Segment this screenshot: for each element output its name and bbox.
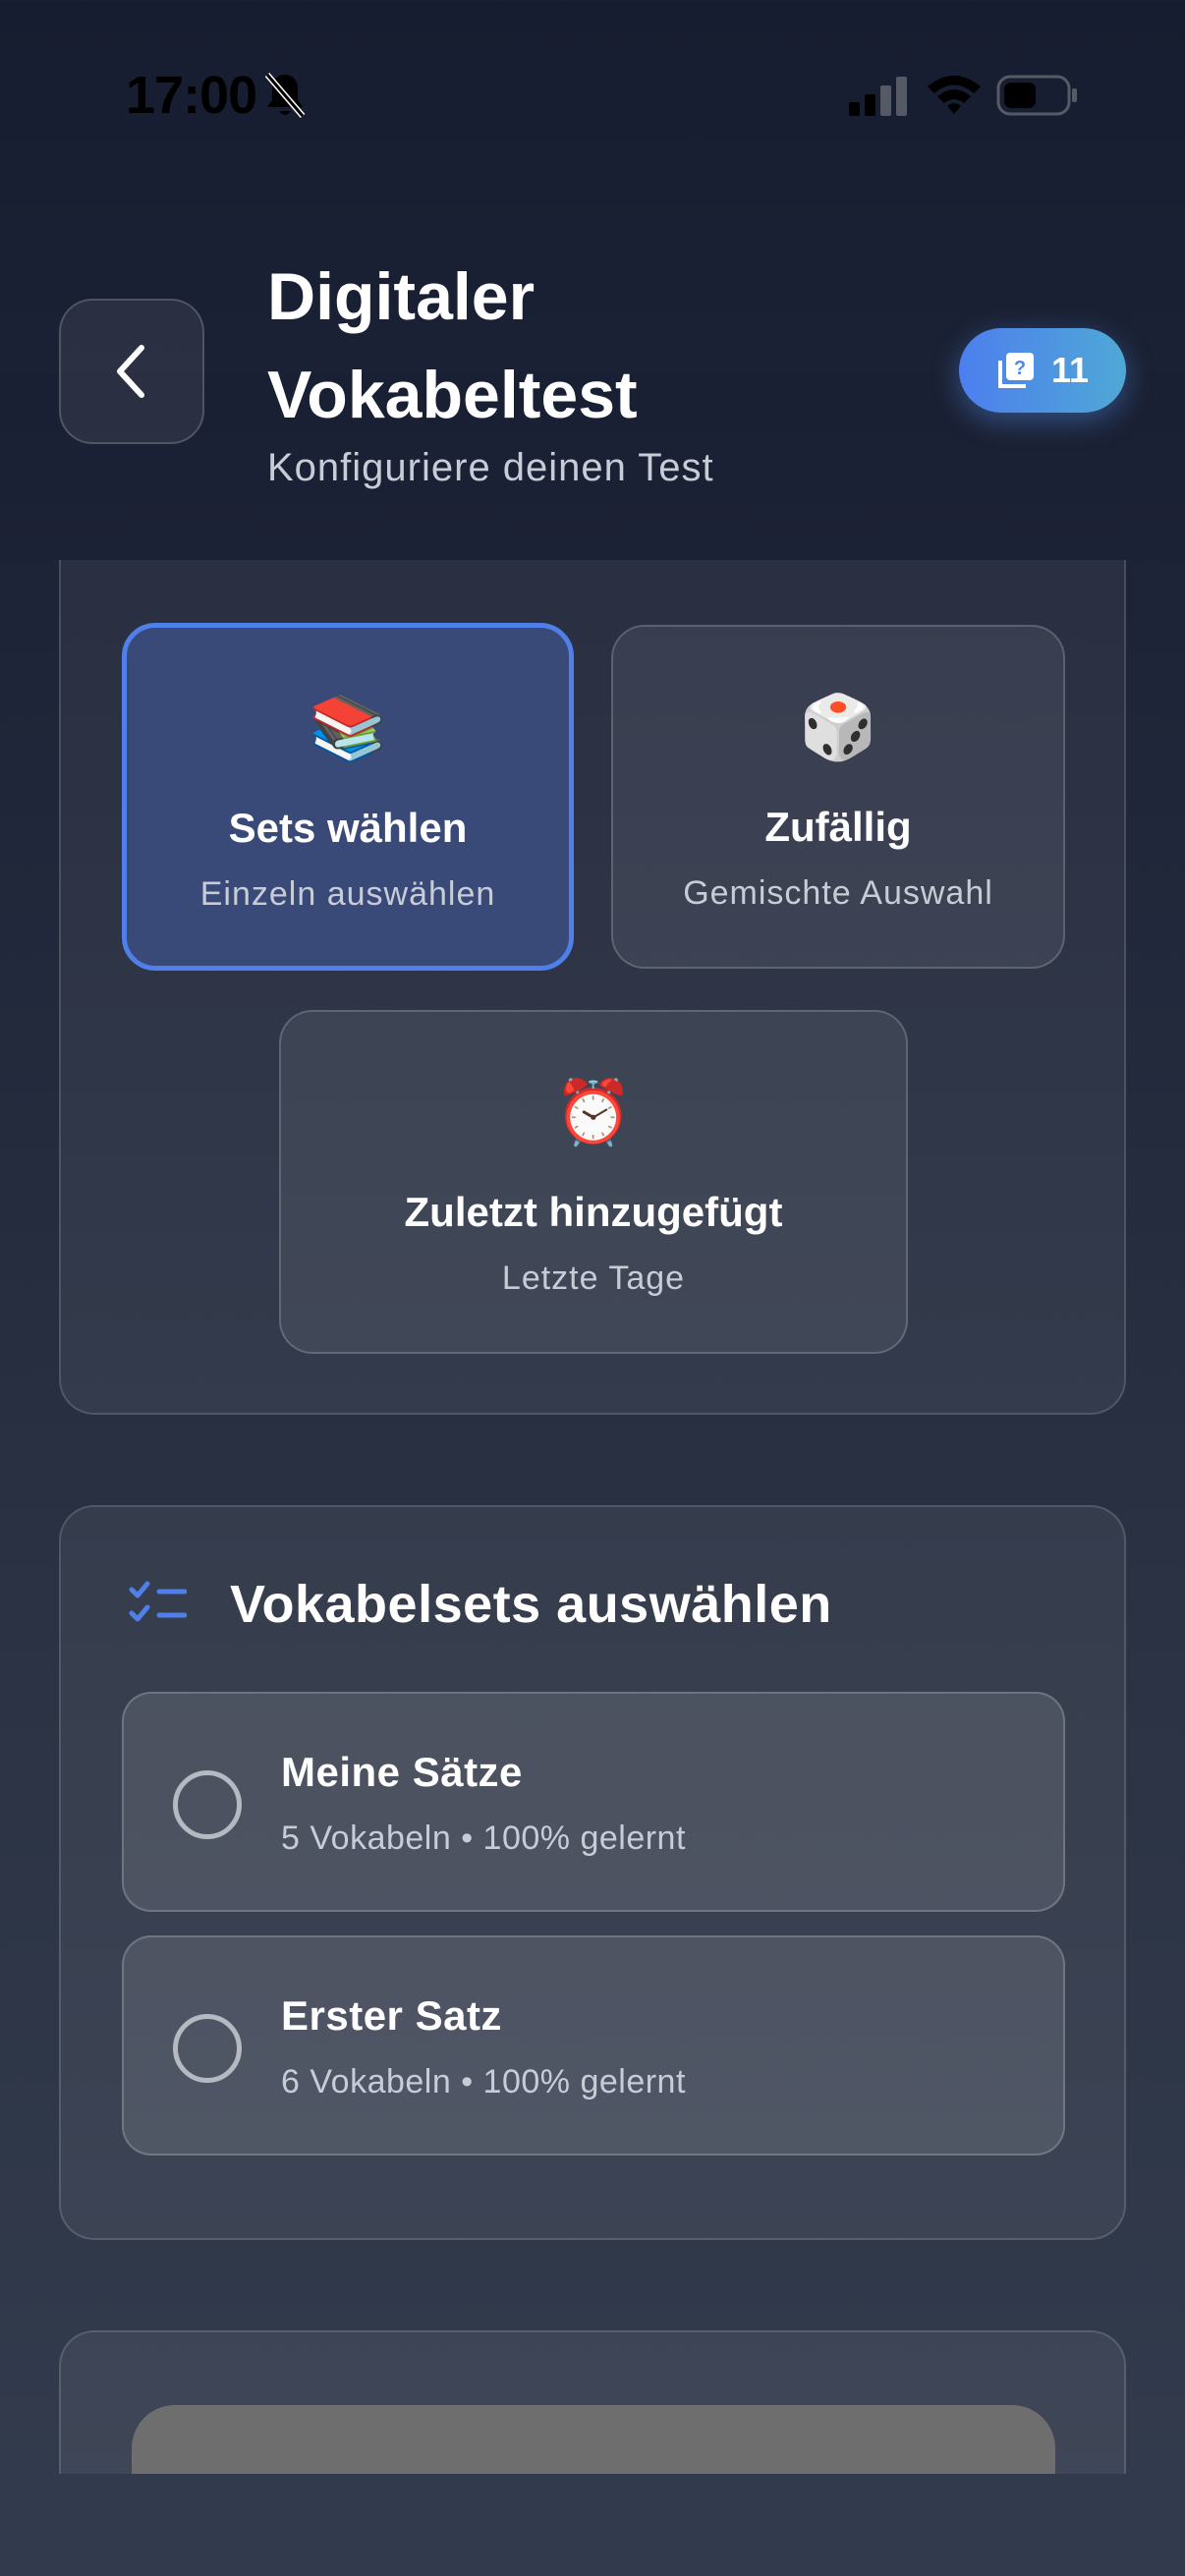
back-button[interactable] <box>59 299 204 444</box>
mode-label: Zuletzt hinzugefügt <box>404 1189 783 1235</box>
bottom-bar <box>0 2474 1185 2576</box>
section-title: Vokabelsets auswählen <box>230 1575 832 1634</box>
mode-label: Zufällig <box>764 804 912 850</box>
mode-description: Einzeln auswählen <box>199 875 496 913</box>
bell-off-icon <box>264 73 306 118</box>
quiz-cards-icon: ? <box>997 353 1034 388</box>
page-subtitle: Konfiguriere deinen Test <box>267 446 714 489</box>
header: Digitaler Vokabeltest Konfiguriere deine… <box>0 187 1185 560</box>
cellular-signal-icon <box>849 77 907 116</box>
test-mode-card: 📚 Sets wählen Einzeln auswählen 🎲 Zufäll… <box>59 511 1126 1415</box>
books-icon: 📚 <box>309 693 387 763</box>
set-item-erster-satz[interactable]: Erster Satz 6 Vokabeln • 100% gelernt <box>122 1935 1065 2156</box>
radio-button[interactable] <box>173 1770 242 1839</box>
alarm-clock-icon: ⏰ <box>554 1077 633 1148</box>
vocab-sets-card: Vokabelsets auswählen Meine Sätze 5 Voka… <box>59 1505 1126 2240</box>
mode-option-recent[interactable]: ⏰ Zuletzt hinzugefügt Letzte Tage <box>279 1010 908 1354</box>
mode-label: Sets wählen <box>228 805 468 851</box>
svg-text:?: ? <box>1014 358 1026 379</box>
set-name: Erster Satz <box>281 1992 502 2039</box>
mode-description: Gemischte Auswahl <box>683 874 993 912</box>
question-count-badge[interactable]: ? 11 <box>959 328 1126 413</box>
wifi-icon <box>928 76 981 114</box>
badge-count: 11 <box>1050 350 1090 390</box>
status-time: 17:00 <box>126 66 257 125</box>
status-bar: 17:00 <box>0 0 1185 187</box>
set-name: Meine Sätze <box>281 1749 523 1795</box>
checklist-icon <box>129 1581 187 1622</box>
page-title: Digitaler Vokabeltest <box>267 259 638 432</box>
set-meta: 6 Vokabeln • 100% gelernt <box>281 2063 686 2100</box>
radio-button[interactable] <box>173 2014 242 2083</box>
set-meta: 5 Vokabeln • 100% gelernt <box>281 1820 686 1857</box>
set-item-meine-saetze[interactable]: Meine Sätze 5 Vokabeln • 100% gelernt <box>122 1692 1065 1912</box>
chevron-left-icon <box>117 345 144 398</box>
mode-option-sets[interactable]: 📚 Sets wählen Einzeln auswählen <box>122 623 574 971</box>
mode-description: Letzte Tage <box>501 1260 686 1297</box>
mode-option-random[interactable]: 🎲 Zufällig Gemischte Auswahl <box>611 625 1065 969</box>
battery-icon <box>996 75 1077 116</box>
dice-icon: 🎲 <box>799 692 877 762</box>
